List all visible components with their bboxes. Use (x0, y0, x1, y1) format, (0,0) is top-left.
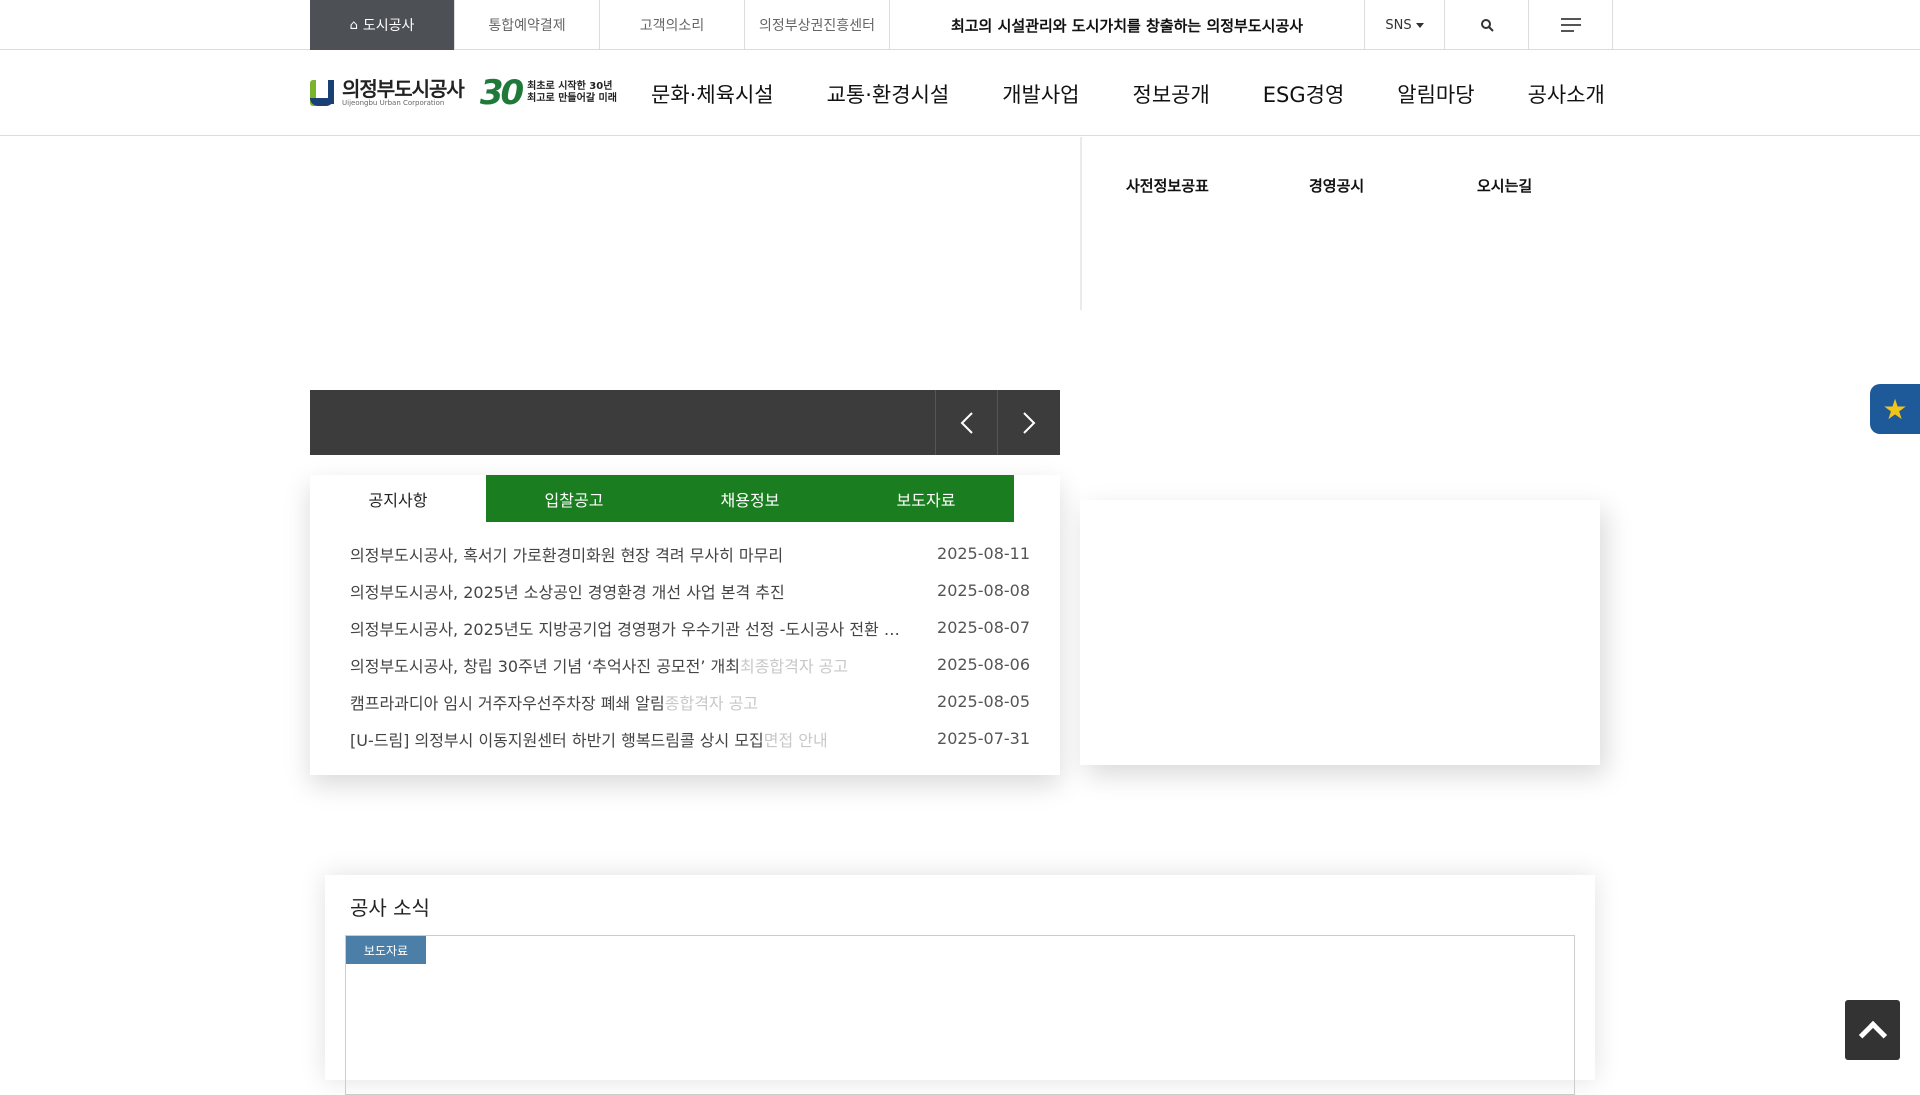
notice-date: 2025-08-06 (937, 655, 1030, 674)
quick-links: 사전정보공표 경영공시 오시는길 (1080, 137, 1620, 310)
nav-item-esg[interactable]: ESG경영 (1263, 51, 1345, 136)
list-item[interactable]: [U-드림] 의정부시 이동지원센터 하반기 행복드림콜 상시 모집면접 안내 … (350, 720, 1030, 757)
chevron-right-icon (1023, 411, 1036, 434)
notice-title: 의정부도시공사, 2025년 소상공인 경영환경 개선 사업 본격 추진 (350, 582, 785, 602)
tab-bids[interactable]: 입찰공고 (486, 475, 662, 522)
notice-title: 의정부도시공사, 2025년도 지방공기업 경영평가 우수기관 선정 -도시공사… (350, 619, 900, 639)
topbar-link-home[interactable]: ⌂ 도시공사 (310, 0, 455, 50)
anniversary-number: 30 (479, 73, 524, 113)
side-panel (1080, 500, 1600, 765)
notice-title: [U-드림] 의정부시 이동지원센터 하반기 행복드림콜 상시 모집면접 안내 (350, 730, 828, 750)
caret-down-icon (1415, 22, 1424, 28)
tab-press[interactable]: 보도자료 (838, 475, 1014, 522)
slogan: 최고의 시설관리와 도시가치를 창출하는 의정부도시공사 (890, 0, 1365, 50)
main-nav: 문화·체육시설 교통·환경시설 개발사업 정보공개 ESG경영 알림마당 공사소… (651, 51, 1658, 136)
logo-name: 의정부도시공사 (342, 76, 465, 101)
star-icon: ★ (1882, 392, 1908, 426)
quick-link-directions[interactable]: 오시는길 (1477, 175, 1532, 196)
sns-dropdown[interactable]: SNS (1365, 0, 1445, 50)
site-header: 의정부도시공사 Uijeongbu Urban Corporation 30 최… (0, 51, 1920, 136)
list-item[interactable]: 의정부도시공사, 2025년도 지방공기업 경영평가 우수기관 선정 -도시공사… (350, 609, 1030, 646)
anniversary-logo: 30 최초로 시작한 30년 최고로 만들어갈 미래 (480, 73, 617, 113)
quick-link-management-disclosure[interactable]: 경영공시 (1309, 175, 1364, 196)
slider-prev-button[interactable] (935, 390, 997, 455)
notice-title: 의정부도시공사, 창립 30주년 기념 ‘추억사진 공모전’ 개최최종합격자 공… (350, 656, 849, 676)
notice-date: 2025-08-08 (937, 581, 1030, 600)
chevron-up-icon (1858, 1020, 1887, 1050)
tab-notices[interactable]: 공지사항 (310, 475, 486, 522)
search-button[interactable] (1445, 0, 1529, 50)
list-item[interactable]: 의정부도시공사, 창립 30주년 기념 ‘추억사진 공모전’ 개최최종합격자 공… (350, 646, 1030, 683)
slider-control-bar (310, 390, 1060, 455)
site-logo[interactable]: 의정부도시공사 Uijeongbu Urban Corporation 30 최… (310, 73, 617, 113)
topbar-link-voice[interactable]: 고객의소리 (600, 0, 745, 50)
nav-item-development[interactable]: 개발사업 (1002, 51, 1079, 136)
topbar-link-label: 통합예약결제 (488, 18, 566, 34)
notice-title: 의정부도시공사, 혹서기 가로환경미화원 현장 격려 무사히 마무리 (350, 545, 784, 565)
list-item[interactable]: 캠프라과디아 임시 거주자우선주차장 폐쇄 알림종합격자 공고 2025-08-… (350, 683, 1030, 720)
nav-item-about[interactable]: 공사소개 (1528, 51, 1605, 136)
search-icon (1480, 19, 1494, 32)
nav-item-traffic-env[interactable]: 교통·환경시설 (827, 51, 950, 136)
nav-item-culture-sports[interactable]: 문화·체육시설 (651, 51, 774, 136)
notice-date: 2025-08-07 (937, 618, 1030, 637)
slider-next-button[interactable] (997, 390, 1060, 455)
notice-board: 공지사항 입찰공고 채용정보 보도자료 의정부도시공사, 혹서기 가로환경미화원… (310, 475, 1060, 775)
logo-mark-icon (310, 78, 334, 108)
topbar-link-label: 의정부상권진흥센터 (759, 18, 875, 34)
slogan-text: 최고의 시설관리와 도시가치를 창출하는 의정부도시공사 (950, 16, 1304, 35)
notice-title: 캠프라과디아 임시 거주자우선주차장 폐쇄 알림종합격자 공고 (350, 693, 759, 713)
top-utility-bar: ⌂ 도시공사 통합예약결제 고객의소리 의정부상권진흥센터 최고의 시설관리와 … (0, 0, 1920, 50)
nav-item-notices[interactable]: 알림마당 (1397, 51, 1474, 136)
anniversary-line-1: 최초로 시작한 30년 (527, 81, 613, 92)
topbar-link-reservation[interactable]: 통합예약결제 (455, 0, 600, 50)
list-item[interactable]: 의정부도시공사, 혹서기 가로환경미화원 현장 격려 무사히 마무리 2025-… (350, 535, 1030, 572)
menu-icon (1560, 18, 1581, 32)
topbar-link-label: 고객의소리 (639, 18, 705, 34)
notice-date: 2025-08-11 (937, 544, 1030, 563)
news-badge-press[interactable]: 보도자료 (346, 936, 426, 964)
topbar-link-commerce-center[interactable]: 의정부상권진흥센터 (745, 0, 890, 50)
notice-date: 2025-08-05 (937, 692, 1030, 711)
news-section: 공사 소식 보도자료 (325, 875, 1595, 1095)
chevron-left-icon (960, 411, 973, 434)
topbar-link-label: 도시공사 (362, 18, 415, 34)
notice-list: 의정부도시공사, 혹서기 가로환경미화원 현장 격려 무사히 마무리 2025-… (350, 535, 1030, 757)
news-content-box (345, 935, 1575, 1095)
quick-link-pre-disclosure[interactable]: 사전정보공표 (1126, 175, 1209, 196)
notice-date: 2025-07-31 (937, 729, 1030, 748)
favorite-button[interactable]: ★ (1870, 384, 1920, 434)
board-tabs: 공지사항 입찰공고 채용정보 보도자료 (310, 475, 1014, 522)
nav-item-info-disclosure[interactable]: 정보공개 (1133, 51, 1210, 136)
news-title: 공사 소식 (350, 896, 430, 920)
tab-jobs[interactable]: 채용정보 (662, 475, 838, 522)
list-item[interactable]: 의정부도시공사, 2025년 소상공인 경영환경 개선 사업 본격 추진 202… (350, 572, 1030, 609)
sns-label: SNS (1385, 17, 1412, 33)
scroll-top-button[interactable] (1845, 1000, 1900, 1060)
home-icon: ⌂ (349, 17, 358, 33)
anniversary-line-2: 최고로 만들어갈 미래 (527, 93, 617, 104)
menu-button[interactable] (1529, 0, 1613, 50)
